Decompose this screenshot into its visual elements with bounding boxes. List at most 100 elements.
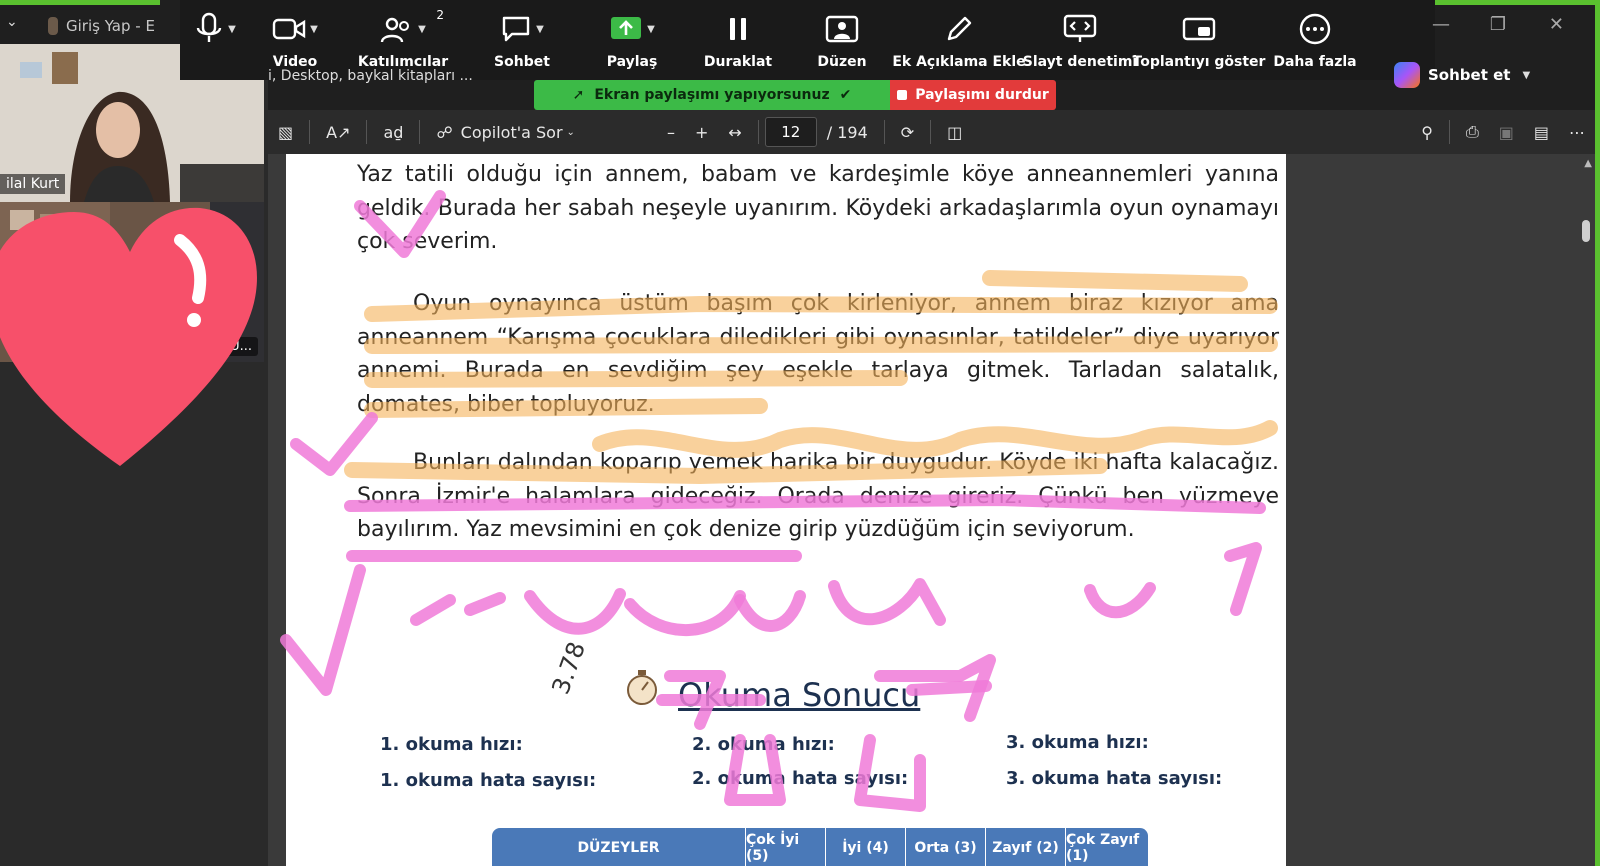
translate-icon[interactable]: aḏ <box>373 110 413 154</box>
page-total: / 194 <box>826 122 868 142</box>
restore-icon[interactable]: ❐ <box>1490 14 1506 35</box>
chevron-down-icon[interactable]: ▼ <box>228 24 236 35</box>
toolbar-label: Daha fazla <box>1273 54 1357 70</box>
divider <box>883 120 885 144</box>
chevron-down-icon[interactable]: ▼ <box>418 24 426 35</box>
levels-header-cell: Zayıf (2) <box>986 828 1066 866</box>
divider <box>419 120 421 144</box>
slide-control-button[interactable]: Slayt denetimi <box>1022 10 1138 80</box>
levels-header-cell: DÜZEYLER <box>492 828 746 866</box>
close-icon[interactable]: ✕ <box>1549 14 1564 35</box>
copilot-icon: ☍ <box>436 122 453 142</box>
show-meeting-button[interactable]: Toplantıyı göster <box>1133 10 1265 80</box>
tab-favicon-icon <box>48 17 58 35</box>
read-aloud-icon[interactable]: A↗ <box>316 110 360 154</box>
more-icon <box>1299 13 1331 45</box>
participant-name: TU... <box>216 337 258 356</box>
layout-icon <box>825 15 859 43</box>
minimize-icon[interactable]: — <box>1432 14 1450 35</box>
annotate-button[interactable]: Ek Açıklama Ekle <box>892 10 1026 80</box>
slide-control-icon <box>1063 14 1097 42</box>
stop-share-button[interactable]: Paylaşımı durdur <box>890 80 1056 110</box>
divider <box>309 120 311 144</box>
mic-button[interactable]: ▼ <box>180 10 250 80</box>
participant-video-2[interactable]: TU... <box>0 202 264 362</box>
metric-label: 2. okuma hata sayısı: <box>692 768 909 789</box>
share-screen-icon <box>611 17 642 39</box>
more-button[interactable]: Daha fazla <box>1262 10 1368 80</box>
paragraph-1: Yaz tatili olduğu için annem, babam ve k… <box>357 162 1279 254</box>
share-button[interactable]: ▼ Paylaş <box>578 10 686 80</box>
microphone-icon <box>196 12 222 42</box>
paragraph-3-text: Bunları dalından koparıp yemek harika bi… <box>357 450 1280 542</box>
metric-label: 1. okuma hata sayısı: <box>380 770 597 791</box>
chevron-down-icon[interactable]: ▼ <box>310 24 318 35</box>
toolbar-label: Toplantıyı göster <box>1132 54 1266 70</box>
levels-header-cell: Orta (3) <box>906 828 986 866</box>
rotate-icon[interactable]: ⟳ <box>891 110 924 154</box>
camera-icon <box>272 18 306 40</box>
handwritten-note: 3.78 <box>546 638 592 698</box>
save-as-icon[interactable]: ▤ <box>1524 110 1559 154</box>
chat-icon <box>502 16 530 42</box>
fit-width-icon[interactable]: ↔ <box>718 110 751 154</box>
stopwatch-icon <box>627 670 657 705</box>
pause-icon <box>730 18 746 40</box>
participant-name: ilal Kurt <box>0 174 66 194</box>
toolbar-label: Ek Açıklama Ekle <box>892 54 1026 70</box>
print-icon[interactable]: ⎙ <box>1456 110 1489 154</box>
chevron-down-icon[interactable]: ▼ <box>1522 70 1530 81</box>
page-number-input[interactable] <box>764 117 817 147</box>
address-path: i, Desktop, baykal kitapları ... <box>268 68 473 84</box>
copilot-logo-icon <box>1394 62 1420 88</box>
pin-icon[interactable]: ➚ <box>573 87 585 103</box>
divider <box>930 120 932 144</box>
copilot-chat-button[interactable]: Sohbet et ▼ <box>1394 58 1564 92</box>
browser-tab[interactable]: Giriş Yap - E <box>48 12 160 40</box>
paragraph-2-text: Oyun oynayınca üstüm başım çok kirleniyo… <box>357 291 1279 417</box>
pause-share-button[interactable]: Duraklat <box>686 10 790 80</box>
shield-check-icon: ✔ <box>839 87 852 103</box>
save-icon[interactable]: ▣ <box>1489 110 1524 154</box>
paragraph-2: Oyun oynayınca üstüm başım çok kirleniyo… <box>357 287 1279 421</box>
result-title: Okuma Sonucu <box>678 676 921 714</box>
chevron-down-icon[interactable]: ▼ <box>536 24 544 35</box>
levels-header-cell: Çok İyi (5) <box>746 828 826 866</box>
divider <box>757 120 759 144</box>
metric-label: 3. okuma hata sayısı: <box>1006 768 1223 789</box>
pdf-toolbar: ▧ A↗ aḏ ☍ Copilot'a Sor ⌄ – + ↔ / 194 ⟳ … <box>268 110 1595 154</box>
scroll-up-icon[interactable]: ▲ <box>1584 158 1592 169</box>
stop-icon <box>897 90 908 100</box>
metric-label: 1. okuma hızı: <box>380 734 523 755</box>
toolbar-label: Paylaş <box>606 54 658 70</box>
divider <box>366 120 368 144</box>
layout-button[interactable]: Düzen <box>790 10 894 80</box>
page-view-icon[interactable]: ◫ <box>937 110 972 154</box>
toolbar-label: Duraklat <box>703 54 773 70</box>
levels-table-header: DÜZEYLER Çok İyi (5) İyi (4) Orta (3) Za… <box>492 828 1148 866</box>
stop-share-label: Paylaşımı durdur <box>915 87 1049 103</box>
chevron-down-icon[interactable]: ▼ <box>647 24 655 35</box>
chevron-down-icon[interactable]: ⌄ <box>567 127 575 138</box>
sharing-status-text: Ekran paylaşımı yapıyorsunuz <box>594 87 830 103</box>
tab-title: Giriş Yap - E <box>66 17 155 35</box>
toolbar-label: Slayt denetimi <box>1022 54 1138 70</box>
toolbar-label: Düzen <box>817 54 867 70</box>
pdf-page: Yaz tatili olduğu için annem, babam ve k… <box>286 154 1286 866</box>
ask-copilot-button[interactable]: ☍ Copilot'a Sor ⌄ <box>426 110 584 154</box>
copilot-chat-label: Sohbet et <box>1428 66 1511 84</box>
participants-icon <box>380 17 410 43</box>
paragraph-3: Bunları dalından koparıp yemek harika bi… <box>357 446 1279 547</box>
zoom-in-button[interactable]: + <box>685 110 718 154</box>
more-options-icon[interactable]: ⋯ <box>1559 110 1595 154</box>
search-icon[interactable]: ⚲ <box>1411 110 1443 154</box>
scrollbar-thumb[interactable] <box>1582 220 1590 242</box>
text-box-icon[interactable]: ▧ <box>268 110 303 154</box>
zoom-out-button[interactable]: – <box>657 110 685 154</box>
divider <box>1448 120 1450 144</box>
pencil-icon <box>947 16 972 41</box>
levels-header-cell: İyi (4) <box>826 828 906 866</box>
metric-label: 2. okuma hızı: <box>692 734 835 755</box>
metric-label: 3. okuma hızı: <box>1006 732 1149 753</box>
chevron-down-icon[interactable]: ⌄ <box>6 14 28 36</box>
